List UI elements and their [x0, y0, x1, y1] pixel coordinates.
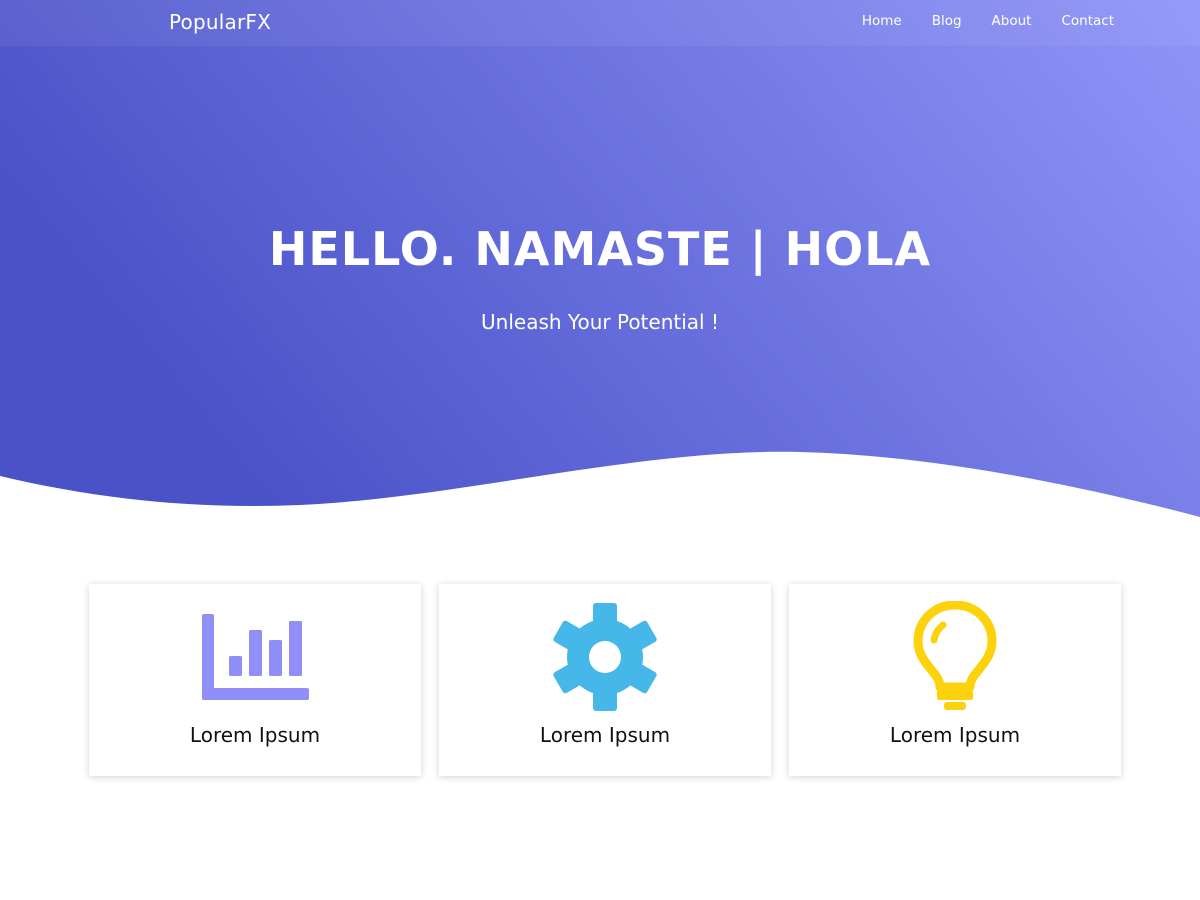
- site-logo[interactable]: PopularFX: [169, 10, 271, 34]
- feature-card-label: Lorem Ipsum: [189, 723, 321, 747]
- feature-card-1: Lorem Ipsum: [89, 584, 421, 776]
- lightbulb-icon: [789, 601, 1121, 712]
- nav-blog-link[interactable]: Blog: [932, 13, 962, 29]
- main-nav: Home Blog About Contact: [862, 13, 1114, 29]
- feature-card-2: Lorem Ipsum: [439, 584, 771, 776]
- feature-card-label: Lorem Ipsum: [539, 723, 671, 747]
- feature-cards: Lorem Ipsum Lorem Ipsum Lorem Ipsum: [89, 584, 1121, 776]
- nav-home-link[interactable]: Home: [862, 13, 902, 29]
- gear-icon: [439, 602, 771, 712]
- bar-chart-glyph: [202, 614, 309, 700]
- hero-title: HELLO. NAMASTE | HOLA: [268, 222, 932, 276]
- nav-contact-link[interactable]: Contact: [1061, 13, 1114, 29]
- top-navigation-bar: PopularFX Home Blog About Contact: [0, 0, 1200, 46]
- feature-card-3: Lorem Ipsum: [789, 584, 1121, 776]
- lightbulb-glyph: [913, 601, 997, 710]
- gear-hole: [589, 641, 621, 673]
- hero-section: PopularFX Home Blog About Contact HELLO.…: [0, 0, 1200, 520]
- feature-card-label: Lorem Ipsum: [889, 723, 1021, 747]
- nav-about-link[interactable]: About: [992, 13, 1032, 29]
- bar-chart-icon: [89, 602, 421, 712]
- hero-subtitle: Unleash Your Potential !: [481, 310, 719, 334]
